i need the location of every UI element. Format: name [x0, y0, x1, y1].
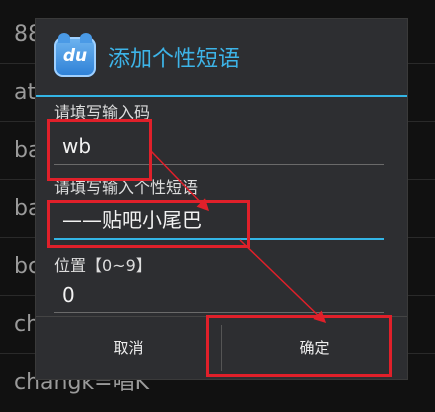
arrow-phrase-to-confirm: [239, 239, 327, 324]
annotation-arrows: [149, 149, 327, 324]
arrow-code-to-phrase: [149, 149, 210, 212]
